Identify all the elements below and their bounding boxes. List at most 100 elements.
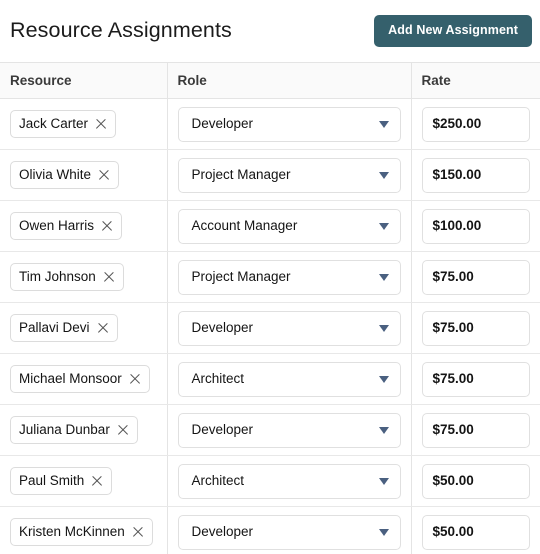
rate-value: $50.00 xyxy=(432,524,474,540)
resource-chip[interactable]: Owen Harris xyxy=(10,211,123,241)
chevron-down-icon[interactable] xyxy=(378,324,389,332)
cell-role: Developer xyxy=(167,98,412,150)
assignments-table: Resource Role Rate Jack Carter Developer $… xyxy=(0,62,540,554)
resource-chip[interactable]: Michael Monsoor xyxy=(10,364,150,394)
table-header-row: Resource Role Rate xyxy=(0,62,540,99)
rate-input[interactable]: $150.00 xyxy=(421,157,530,193)
chevron-down-icon[interactable] xyxy=(378,171,389,179)
chevron-down-icon[interactable] xyxy=(378,528,389,536)
table-row: Michael Monsoor Architect $75.00 xyxy=(0,353,540,405)
table-row: Paul Smith Architect $50.00 xyxy=(0,455,540,507)
resource-chip[interactable]: Olivia White xyxy=(10,160,120,190)
close-icon[interactable] xyxy=(132,526,144,538)
rate-input[interactable]: $50.00 xyxy=(421,463,530,499)
cell-resource: Kristen McKinnen xyxy=(0,506,168,554)
close-icon[interactable] xyxy=(97,322,109,334)
rate-value: $100.00 xyxy=(432,218,482,234)
rate-input[interactable]: $75.00 xyxy=(421,412,530,448)
column-header-role: Role xyxy=(167,62,412,99)
role-select-value: Developer xyxy=(191,524,254,540)
close-icon[interactable] xyxy=(98,169,110,181)
resource-chip-label: Jack Carter xyxy=(19,115,89,131)
cell-role: Project Manager xyxy=(167,149,412,201)
role-select[interactable]: Project Manager xyxy=(177,157,401,193)
role-select-value: Account Manager xyxy=(191,218,298,234)
resource-chip-label: Owen Harris xyxy=(19,217,95,233)
role-select[interactable]: Developer xyxy=(177,514,401,550)
role-select-value: Developer xyxy=(191,320,254,336)
cell-role: Architect xyxy=(167,353,412,405)
cell-resource: Owen Harris xyxy=(0,200,168,252)
role-select[interactable]: Architect xyxy=(177,463,401,499)
rate-input[interactable]: $250.00 xyxy=(421,106,530,142)
resource-chip[interactable]: Jack Carter xyxy=(10,109,117,139)
close-icon[interactable] xyxy=(129,373,141,385)
close-icon[interactable] xyxy=(117,424,129,436)
cell-resource: Olivia White xyxy=(0,149,168,201)
cell-role: Developer xyxy=(167,404,412,456)
close-icon[interactable] xyxy=(101,220,113,232)
cell-resource: Paul Smith xyxy=(0,455,168,507)
role-select[interactable]: Project Manager xyxy=(177,259,401,295)
role-select[interactable]: Developer xyxy=(177,106,401,142)
rate-input[interactable]: $100.00 xyxy=(421,208,530,244)
role-select-value: Project Manager xyxy=(191,167,291,183)
cell-role: Architect xyxy=(167,455,412,507)
resource-chip[interactable]: Pallavi Devi xyxy=(10,313,118,343)
close-icon[interactable] xyxy=(95,118,107,130)
rate-value: $75.00 xyxy=(432,422,474,438)
chevron-down-icon[interactable] xyxy=(378,477,389,485)
role-select-value: Developer xyxy=(191,422,254,438)
rate-input[interactable]: $50.00 xyxy=(421,514,530,550)
resource-chip-label: Tim Johnson xyxy=(19,268,96,284)
table-row: Kristen McKinnen Developer $50.00 xyxy=(0,506,540,554)
cell-role: Account Manager xyxy=(167,200,412,252)
resource-chip-label: Paul Smith xyxy=(19,472,85,488)
resource-chip-label: Juliana Dunbar xyxy=(19,421,110,437)
resource-chip[interactable]: Kristen McKinnen xyxy=(10,517,153,547)
chevron-down-icon[interactable] xyxy=(378,426,389,434)
resource-chip-label: Michael Monsoor xyxy=(19,370,122,386)
column-header-resource: Resource xyxy=(0,62,168,99)
chevron-down-icon[interactable] xyxy=(378,120,389,128)
role-select-value: Architect xyxy=(191,473,245,489)
resource-chip-label: Olivia White xyxy=(19,166,92,182)
cell-rate: $75.00 xyxy=(411,251,540,303)
close-icon[interactable] xyxy=(91,475,103,487)
rate-input[interactable]: $75.00 xyxy=(421,310,530,346)
table-row: Jack Carter Developer $250.00 xyxy=(0,98,540,150)
rate-value: $250.00 xyxy=(432,116,482,132)
cell-resource: Pallavi Devi xyxy=(0,302,168,354)
role-select[interactable]: Developer xyxy=(177,310,401,346)
role-select[interactable]: Developer xyxy=(177,412,401,448)
cell-role: Project Manager xyxy=(167,251,412,303)
resource-assignments-page: Resource Assignments Add New Assignment … xyxy=(0,0,540,554)
cell-resource: Tim Johnson xyxy=(0,251,168,303)
role-select[interactable]: Account Manager xyxy=(177,208,401,244)
chevron-down-icon[interactable] xyxy=(378,375,389,383)
rate-value: $75.00 xyxy=(432,269,474,285)
resource-chip[interactable]: Paul Smith xyxy=(10,466,113,496)
rate-input[interactable]: $75.00 xyxy=(421,259,530,295)
cell-rate: $150.00 xyxy=(411,149,540,201)
role-select[interactable]: Architect xyxy=(177,361,401,397)
table-row: Owen Harris Account Manager $100.00 xyxy=(0,200,540,252)
rate-input[interactable]: $75.00 xyxy=(421,361,530,397)
resource-chip[interactable]: Tim Johnson xyxy=(10,262,124,292)
rate-value: $75.00 xyxy=(432,320,474,336)
close-icon[interactable] xyxy=(103,271,115,283)
rate-value: $50.00 xyxy=(432,473,474,489)
cell-rate: $75.00 xyxy=(411,404,540,456)
table-header: Resource Role Rate xyxy=(0,62,540,99)
resource-chip[interactable]: Juliana Dunbar xyxy=(10,415,138,445)
cell-rate: $75.00 xyxy=(411,353,540,405)
role-select-value: Architect xyxy=(191,371,245,387)
table-row: Pallavi Devi Developer $75.00 xyxy=(0,302,540,354)
add-new-assignment-button[interactable]: Add New Assignment xyxy=(374,15,532,47)
role-select-value: Developer xyxy=(191,116,254,132)
chevron-down-icon[interactable] xyxy=(378,222,389,230)
chevron-down-icon[interactable] xyxy=(378,273,389,281)
rate-value: $150.00 xyxy=(432,167,482,183)
cell-role: Developer xyxy=(167,506,412,554)
table-row: Olivia White Project Manager $150.00 xyxy=(0,149,540,201)
